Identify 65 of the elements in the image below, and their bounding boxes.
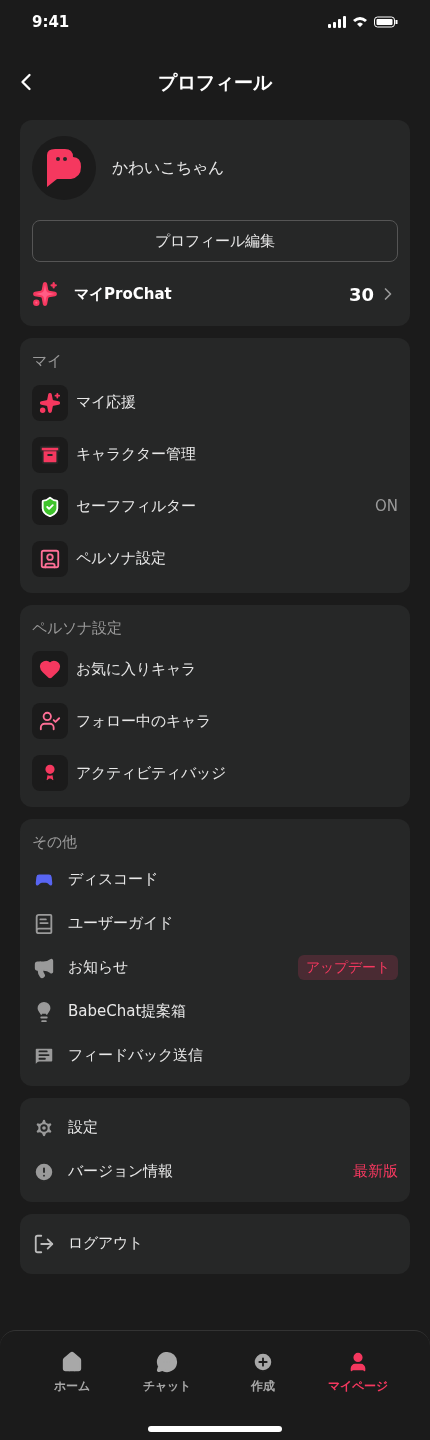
tab[interactable]: マイページ	[318, 1351, 399, 1399]
tray-icon	[39, 443, 61, 466]
alert-icon	[33, 1160, 55, 1183]
menu-item[interactable]: アクティビティバッジ	[32, 747, 398, 799]
menu-label: ユーザーガイド	[68, 913, 173, 935]
menu-item[interactable]: ディスコード	[32, 857, 398, 902]
menu-label: キャラクター管理	[76, 444, 196, 466]
page-title: プロフィール	[158, 69, 272, 95]
menu-item[interactable]: お気に入りキャラ	[32, 643, 398, 695]
menu-item[interactable]: ユーザーガイド	[32, 901, 398, 946]
menu-label: 設定	[68, 1117, 98, 1139]
tab[interactable]: チャット	[127, 1351, 208, 1399]
section-title: その他	[32, 832, 78, 853]
menu-item[interactable]: バージョン情報 最新版	[32, 1149, 398, 1194]
menu-item[interactable]: フィードバック送信	[32, 1033, 398, 1078]
menu-label: お知らせ	[68, 957, 128, 979]
user-check-icon	[39, 710, 61, 732]
menu-label: ディスコード	[68, 869, 158, 891]
menu-label: ペルソナ設定	[76, 548, 166, 570]
menu-item[interactable]: マイ応援	[32, 376, 398, 429]
prochat-row[interactable]: マイProChat 30	[32, 274, 398, 314]
portrait-icon	[39, 547, 61, 570]
menu-label: アクティビティバッジ	[76, 762, 226, 784]
shield-check-icon	[39, 495, 61, 518]
menu-label: セーフフィルター	[76, 496, 196, 518]
tab[interactable]: ホーム	[31, 1351, 112, 1399]
version-status: 最新版	[353, 1161, 398, 1183]
status-time: 9:41	[32, 11, 70, 33]
menu-label: お気に入りキャラ	[76, 658, 196, 680]
battery-icon	[374, 16, 398, 28]
menu-item[interactable]: ログアウト	[32, 1221, 398, 1266]
user-name: かわいこちゃん	[112, 157, 224, 179]
heart-icon	[39, 658, 61, 680]
menu-item[interactable]: キャラクター管理	[32, 428, 398, 481]
section-title: ペルソナ設定	[32, 617, 123, 639]
menu-label: バージョン情報	[68, 1161, 173, 1183]
status-text: ON	[374, 496, 398, 518]
menu-item[interactable]: お知らせ アップデート	[32, 945, 398, 990]
signal-icon	[328, 16, 346, 28]
menu-item[interactable]: フォロー中のキャラ	[32, 695, 398, 747]
megaphone-icon	[33, 956, 55, 979]
menu-item[interactable]: ペルソナ設定	[32, 532, 398, 585]
menu-item[interactable]: BabeChat提案箱	[32, 989, 398, 1034]
prochat-count: 30	[348, 282, 374, 307]
section-title: マイ	[32, 351, 63, 372]
menu-label: フォロー中のキャラ	[76, 710, 211, 732]
prochat-label: マイProChat	[74, 283, 172, 305]
menu-label: BabeChat提案箱	[68, 1001, 187, 1023]
settings-icon	[33, 1116, 55, 1139]
edit-profile-button[interactable]: プロフィール編集	[32, 220, 398, 262]
menu-item[interactable]: セーフフィルター ON	[32, 480, 398, 533]
plus-icon	[251, 1351, 274, 1373]
menu-label: マイ応援	[76, 392, 136, 414]
menu-label: ログアウト	[68, 1233, 143, 1255]
book-icon	[33, 912, 55, 935]
wifi-icon	[352, 16, 368, 28]
home-icon	[60, 1351, 83, 1373]
update-badge: アップデート	[298, 955, 398, 980]
menu-label: フィードバック送信	[68, 1045, 203, 1067]
sparkle-icon	[39, 391, 61, 414]
chat-icon	[156, 1351, 179, 1373]
sparkle-icon	[32, 281, 58, 307]
menu-item[interactable]: 設定	[32, 1105, 398, 1150]
logout-icon	[33, 1232, 55, 1255]
tab[interactable]: 作成	[222, 1351, 303, 1399]
